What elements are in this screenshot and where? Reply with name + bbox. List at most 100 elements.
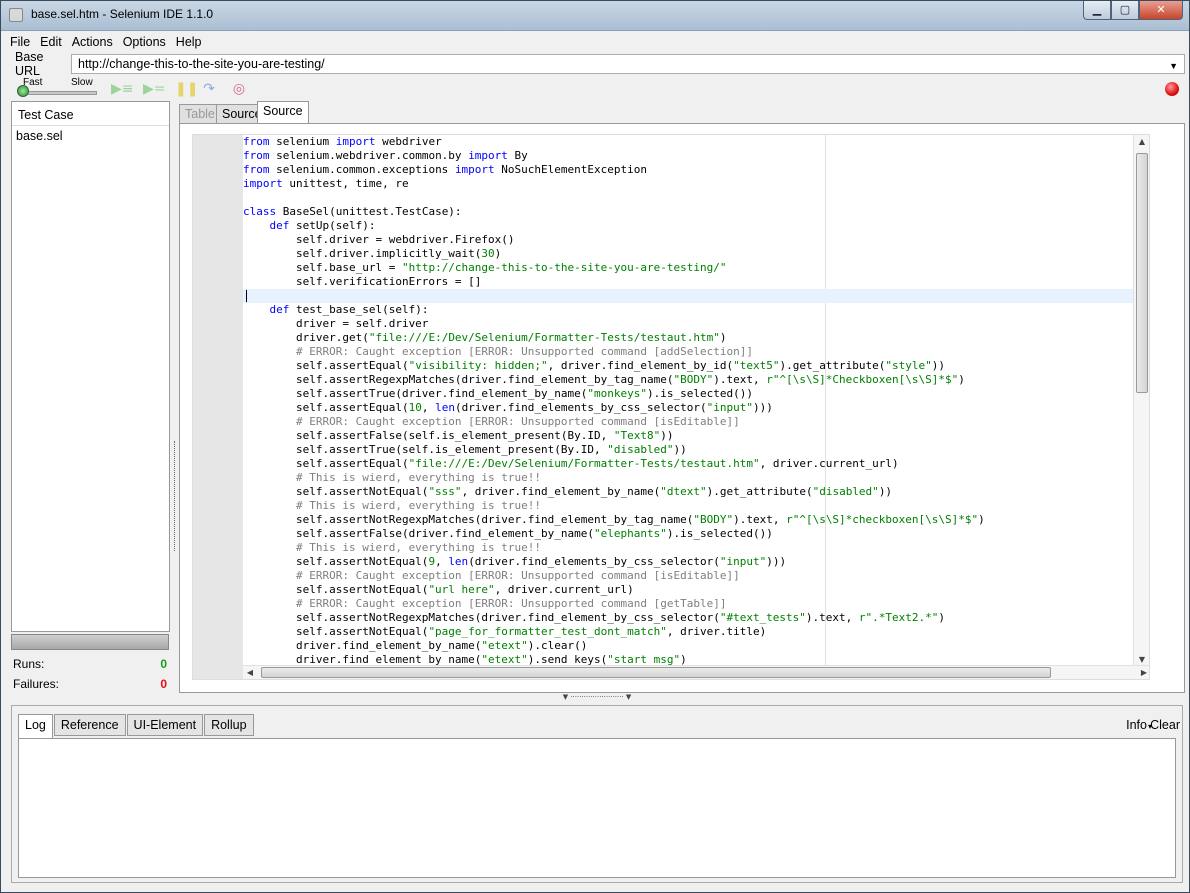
code-area[interactable]: 1from selenium import webdriver2from sel…: [243, 135, 1149, 667]
tab-ui-element[interactable]: UI-Element: [126, 714, 204, 736]
code-line: 1from selenium import webdriver: [243, 135, 1149, 149]
code-line: 20 self.assertEqual(10, len(driver.find_…: [243, 401, 1149, 415]
code-token: self.assertNotEqual(: [243, 485, 429, 498]
code-token: self.assertFalse(driver.find_element_by_…: [243, 527, 594, 540]
vertical-scrollbar[interactable]: ▲ ▼: [1133, 135, 1149, 667]
code-line: 27 # This is wierd, everything is true!!: [243, 499, 1149, 513]
code-token: ): [494, 247, 502, 260]
horizontal-scrollbar[interactable]: ◀ ▶: [243, 665, 1149, 679]
vertical-scroll-thumb[interactable]: [1136, 153, 1148, 393]
menu-help[interactable]: Help: [171, 35, 207, 49]
code-token: self.driver.implicitly_wait(: [243, 247, 482, 260]
code-line: 24 self.assertEqual("file:///E:/Dev/Sele…: [243, 457, 1149, 471]
code-token: import: [335, 135, 376, 148]
chevron-down-icon[interactable]: ▼: [1169, 61, 1178, 71]
code-token: self.assertNotEqual(: [243, 555, 429, 568]
code-token: "dtext": [660, 485, 707, 498]
tab-source-active[interactable]: Source: [257, 101, 309, 123]
log-area: [18, 738, 1176, 878]
speed-slider-thumb[interactable]: [17, 85, 29, 97]
close-button[interactable]: ✕: [1139, 1, 1183, 20]
code-token: driver = self.driver: [243, 317, 429, 330]
code-token: "http://change-this-to-the-site-you-are-…: [401, 261, 727, 274]
code-line: 28 self.assertNotRegexpMatches(driver.fi…: [243, 513, 1149, 527]
code-line: 30 # This is wierd, everything is true!!: [243, 541, 1149, 555]
code-token: r".*Text2.*": [858, 611, 939, 624]
horizontal-splitter[interactable]: ▼ ························ ▼: [541, 693, 653, 701]
code-token: r"^[\s\S]*checkboxen[\s\S]*$": [786, 513, 979, 526]
tab-log[interactable]: Log: [18, 714, 53, 738]
code-token: selenium.webdriver.common.by: [269, 149, 469, 162]
editor-tabs: Table Source Source: [179, 101, 1185, 124]
code-token: # This is wierd, everything is true!!: [243, 541, 542, 554]
code-token: ).get_attribute(: [706, 485, 813, 498]
speed-slider-track[interactable]: [19, 91, 97, 95]
code-token: "#text_tests": [719, 611, 806, 624]
window-title: base.sel.htm - Selenium IDE 1.1.0: [31, 7, 214, 21]
code-token: )): [878, 485, 893, 498]
clear-button[interactable]: Clear: [1150, 718, 1180, 732]
menu-actions[interactable]: Actions: [67, 35, 118, 49]
code-token: from: [243, 149, 270, 162]
scroll-left-icon[interactable]: ◀: [243, 666, 257, 679]
menu-edit[interactable]: Edit: [35, 35, 67, 49]
code-token: # ERROR: Caught exception [ERROR: Unsupp…: [243, 597, 727, 610]
maximize-button[interactable]: ▢: [1111, 1, 1139, 20]
runs-value: 0: [160, 657, 167, 671]
code-token: NoSuchElementException: [494, 163, 648, 176]
code-token: # This is wierd, everything is true!!: [243, 471, 542, 484]
code-token: webdriver: [375, 135, 442, 148]
code-token: "sss": [428, 485, 462, 498]
code-token: "input": [719, 555, 767, 568]
info-button[interactable]: Info: [1126, 718, 1152, 732]
menu-file[interactable]: File: [5, 35, 35, 49]
code-line: 3from selenium.common.exceptions import …: [243, 163, 1149, 177]
tab-table[interactable]: Table: [179, 104, 221, 124]
code-token: ): [719, 331, 727, 344]
scroll-right-icon[interactable]: ▶: [1137, 666, 1149, 679]
code-token: (driver.find_elements_by_css_selector(: [454, 401, 707, 414]
code-token: ): [958, 373, 965, 386]
play-all-icon[interactable]: ▶≡: [111, 80, 134, 98]
rollup-icon[interactable]: ◎: [229, 80, 249, 98]
code-line: 26 self.assertNotEqual("sss", driver.fin…: [243, 485, 1149, 499]
menu-options[interactable]: Options: [118, 35, 171, 49]
test-case-list: Test Case base.sel: [11, 101, 170, 632]
step-icon[interactable]: ↷: [199, 80, 219, 98]
base-url-input[interactable]: http://change-this-to-the-site-you-are-t…: [71, 54, 1185, 74]
code-token: self.assertNotRegexpMatches(driver.find_…: [243, 513, 694, 526]
code-token: ,: [435, 555, 449, 568]
code-token: "url here": [428, 583, 495, 596]
scroll-up-icon[interactable]: ▲: [1134, 135, 1149, 149]
code-line: 18 self.assertRegexpMatches(driver.find_…: [243, 373, 1149, 387]
vertical-splitter[interactable]: [171, 101, 179, 693]
horizontal-scroll-thumb[interactable]: [261, 667, 1051, 678]
code-token: "file:///E:/Dev/Selenium/Formatter-Tests…: [368, 331, 720, 344]
code-token: r"^[\s\S]*Checkboxen[\s\S]*$": [766, 373, 959, 386]
code-token: self.assertFalse(self.is_element_present…: [243, 429, 614, 442]
line-number-gutter: [193, 135, 243, 679]
code-editor[interactable]: 1from selenium import webdriver2from sel…: [192, 134, 1150, 680]
progress-bar: [11, 634, 169, 650]
code-line: 25 # This is wierd, everything is true!!: [243, 471, 1149, 485]
test-case-item[interactable]: base.sel: [12, 126, 169, 146]
code-token: ))): [766, 555, 787, 568]
tab-rollup[interactable]: Rollup: [204, 714, 254, 736]
code-line: 17 self.assertEqual("visibility: hidden;…: [243, 359, 1149, 373]
record-icon[interactable]: [1165, 82, 1179, 96]
play-current-icon[interactable]: ▶=: [143, 80, 166, 98]
code-token: "text5": [733, 359, 780, 372]
failures-value: 0: [160, 677, 167, 691]
code-token: # ERROR: Caught exception [ERROR: Unsupp…: [243, 569, 740, 582]
code-token: self.driver = webdriver.Firefox(): [243, 233, 515, 246]
code-line: 21 # ERROR: Caught exception [ERROR: Uns…: [243, 415, 1149, 429]
tab-reference[interactable]: Reference: [53, 714, 126, 736]
code-token: class: [243, 205, 277, 218]
code-token: self.assertNotEqual(: [243, 583, 429, 596]
minimize-button[interactable]: ▁: [1083, 1, 1111, 20]
code-token: self.assertTrue(driver.find_element_by_n…: [243, 387, 588, 400]
source-panel: 1from selenium import webdriver2from sel…: [179, 123, 1185, 693]
code-token: BaseSel(unittest.TestCase):: [276, 205, 462, 218]
pause-icon[interactable]: ❚❚: [175, 80, 198, 98]
